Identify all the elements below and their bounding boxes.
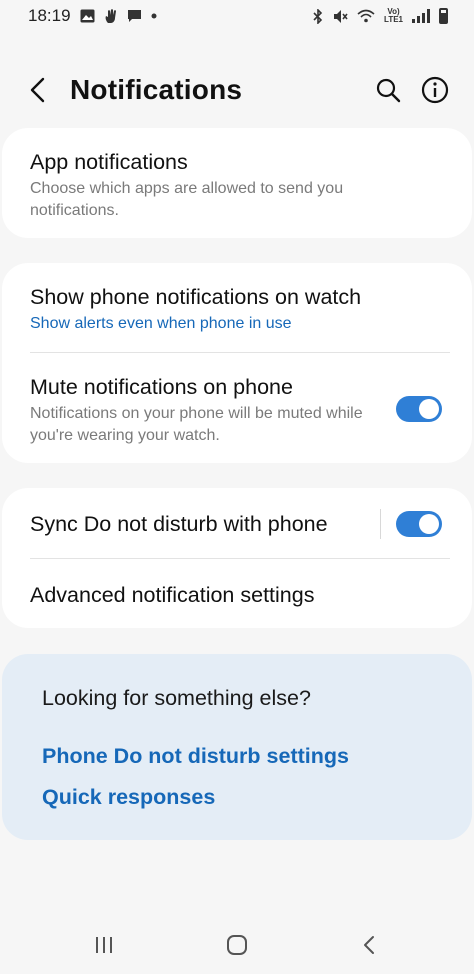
sync-dnd-title: Sync Do not disturb with phone [30, 512, 328, 536]
suggestions-card: Looking for something else? Phone Do not… [2, 654, 472, 840]
dnd-card: Sync Do not disturb with phone Advanced … [2, 488, 472, 628]
toggle-knob [419, 399, 439, 419]
mute-on-phone-title: Mute notifications on phone [30, 375, 293, 399]
mute-icon [334, 9, 348, 23]
bluetooth-icon [313, 8, 323, 24]
recent-apps-icon[interactable] [89, 930, 119, 960]
show-on-watch-subtitle: Show alerts even when phone in use [30, 315, 292, 332]
watch-notifications-card: Show phone notifications on watch Show a… [2, 263, 472, 463]
back-icon[interactable] [22, 74, 54, 106]
status-left: 18:19 [28, 6, 157, 26]
home-icon[interactable] [222, 930, 252, 960]
suggestions-heading: Looking for something else? [42, 686, 311, 710]
status-time: 18:19 [28, 6, 71, 25]
show-on-watch-item[interactable]: Show phone notifications on watch Show a… [2, 263, 472, 351]
sync-dnd-toggle[interactable] [396, 511, 442, 537]
show-on-watch-title: Show phone notifications on watch [30, 285, 362, 309]
gallery-icon [80, 9, 95, 23]
app-notifications-title: App notifications [30, 150, 188, 174]
battery-icon [439, 8, 448, 24]
mute-on-phone-subtitle: Notifications on your phone will be mute… [30, 405, 363, 444]
navigation-bar [0, 914, 474, 974]
toggle-separator [380, 509, 381, 539]
status-bar: 18:19 Vo) LTE1 [0, 0, 474, 32]
mute-on-phone-toggle[interactable] [396, 396, 442, 422]
advanced-notification-item[interactable]: Advanced notification settings [2, 559, 472, 628]
advanced-notification-title: Advanced notification settings [30, 583, 315, 607]
phone-dnd-settings-link[interactable]: Phone Do not disturb settings [42, 744, 349, 769]
toggle-knob [419, 514, 439, 534]
app-notifications-subtitle: Choose which apps are allowed to send yo… [30, 180, 344, 219]
search-icon[interactable] [374, 76, 402, 104]
hand-icon [105, 8, 116, 23]
signal-icon [412, 9, 430, 23]
wifi-icon [357, 9, 375, 23]
back-nav-icon[interactable] [355, 930, 385, 960]
sync-dnd-item[interactable]: Sync Do not disturb with phone [2, 488, 472, 558]
info-icon[interactable] [420, 75, 450, 105]
quick-responses-link[interactable]: Quick responses [42, 785, 215, 810]
app-notifications-item[interactable]: App notifications Choose which apps are … [2, 128, 472, 238]
app-notifications-card: App notifications Choose which apps are … [2, 128, 472, 238]
dot-icon [151, 13, 157, 19]
volte-icon: Vo) LTE1 [384, 7, 403, 24]
status-right: Vo) LTE1 [313, 8, 448, 24]
page-title: Notifications [70, 74, 243, 105]
app-header: Notifications [0, 60, 474, 120]
mute-on-phone-item[interactable]: Mute notifications on phone Notification… [2, 353, 472, 463]
message-icon [127, 10, 141, 22]
